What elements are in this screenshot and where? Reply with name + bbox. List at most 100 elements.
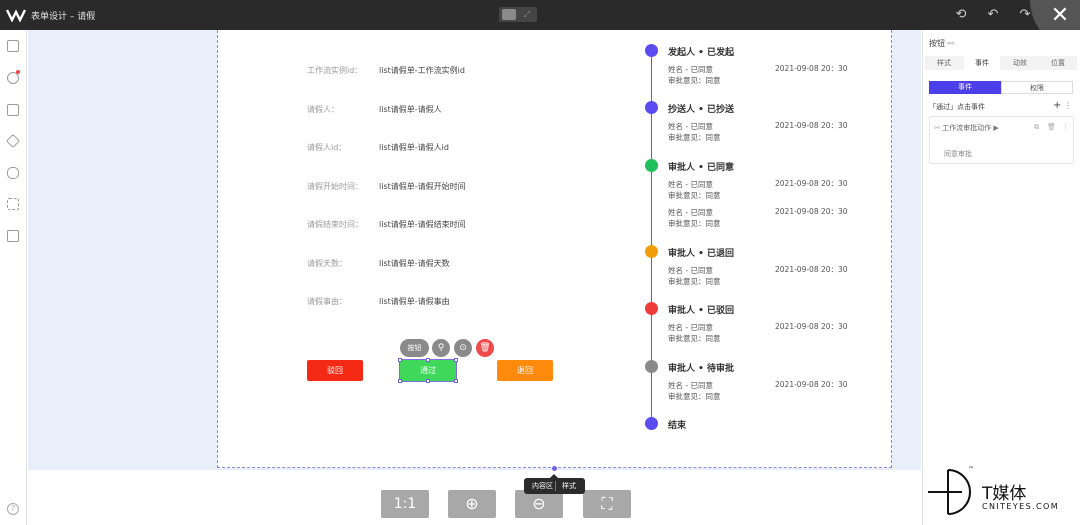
pass-button[interactable]: 通过 (399, 359, 457, 382)
panel-title: 按钮 ⚯ (929, 39, 955, 48)
timeline-entry-name: 姓名 - 已同意 (668, 122, 713, 131)
trademark: ™ (968, 466, 974, 473)
delete-icon[interactable]: 🗑 (476, 339, 494, 357)
timeline-entry-name: 姓名 - 已同意 (668, 266, 713, 275)
timeline-entry-time: 2021-09-08 20：30 (775, 64, 848, 73)
add-icon[interactable]: + (1053, 100, 1061, 111)
resize-handle[interactable] (398, 379, 402, 383)
component-type-badge: 按钮 (400, 339, 429, 357)
field-value: list请假单-请假结束时间 (379, 220, 466, 229)
more-icon[interactable]: ⋮ (1064, 101, 1072, 110)
lock-icon[interactable]: ⚲ (432, 339, 450, 357)
tooltip-left[interactable]: 内容区 (532, 478, 553, 494)
copy-event-icon[interactable]: ⧉ (1034, 123, 1039, 132)
field-label: 请假结束时间： (307, 220, 363, 229)
panel-tab[interactable]: 事件 (964, 56, 1000, 70)
watermark-brand: T媒体 (982, 484, 1027, 504)
timeline-entry-opinion: 审批意见：同意 (668, 334, 721, 343)
event-more-icon[interactable]: ⋮ (1062, 123, 1069, 131)
code-mode-icon[interactable]: ⤢ (520, 9, 534, 20)
help-icon[interactable]: ? (7, 503, 19, 515)
timeline-entry-opinion: 审批意见：同意 (668, 191, 721, 200)
zoom-out-icon[interactable]: ⊖ (515, 490, 563, 518)
link-icon: ⚯ (947, 39, 955, 48)
timeline-node-title: 发起人 • 已发起 (668, 48, 735, 58)
timeline-entry-name: 姓名 - 已同意 (668, 208, 713, 217)
actual-size-button[interactable]: 1:1 (381, 490, 429, 518)
view-mode-switch[interactable]: ⤢ (499, 7, 537, 22)
resize-handle[interactable] (426, 379, 430, 383)
timeline-entry-name: 姓名 - 已同意 (668, 180, 713, 189)
resize-handle[interactable] (426, 358, 430, 362)
timeline-entry-opinion: 审批意见：同意 (668, 219, 721, 228)
template-icon[interactable] (7, 230, 19, 242)
page-icon[interactable] (7, 40, 19, 52)
panel-tab[interactable]: 样式 (926, 56, 962, 70)
fit-screen-icon[interactable]: ⛶ (583, 490, 631, 518)
watermark-logo: ™ T媒体 CNITEYES.COM (926, 462, 1080, 522)
timeline-entry-name: 姓名 - 已同意 (668, 323, 713, 332)
tree-icon[interactable] (7, 198, 19, 210)
undo-icon[interactable]: ↶ (983, 5, 1003, 25)
field-value: list请假单-请假开始时间 (379, 182, 466, 191)
segment-permissions[interactable]: 权限 (1001, 81, 1073, 94)
field-label: 请假人id： (307, 143, 347, 152)
timeline-entry-opinion: 审批意见：同意 (668, 133, 721, 142)
timeline-entry-time: 2021-09-08 20：30 (775, 265, 848, 274)
tmedia-logo-icon (928, 469, 971, 515)
design-mode-icon[interactable] (502, 9, 516, 20)
event-action-label: 工作流审批动作 (942, 124, 992, 132)
notification-dot (16, 70, 20, 74)
field-label: 请假天数： (307, 259, 347, 268)
play-icon[interactable]: ▶ (993, 124, 998, 132)
link-icon: ⚯ (934, 124, 940, 132)
timeline-node-title: 审批人 • 已同意 (668, 163, 735, 173)
event-section-label: 「通过」点击事件 (929, 103, 985, 111)
event-sub-label: 同意审批 (944, 150, 972, 158)
field-value: list请假单-请假人 (379, 105, 442, 114)
timeline-node-dot (645, 417, 658, 430)
timeline-entry-time: 2021-09-08 20：30 (775, 179, 848, 188)
panel-tab[interactable]: 动效 (1002, 56, 1038, 70)
timeline-node-title: 审批人 • 已退回 (668, 249, 735, 259)
database-icon[interactable] (7, 167, 19, 179)
timeline-node-dot (645, 245, 658, 258)
timeline-entry-opinion: 审批意见：同意 (668, 277, 721, 286)
top-bar: 表单设计 – 请假 ⤢ ⟲ ↶ ↷ ✕ (0, 0, 1080, 50)
copy-icon[interactable]: ⊙ (454, 339, 472, 357)
resize-handle[interactable] (454, 379, 458, 383)
field-label: 请假事由： (307, 297, 347, 306)
timeline-node-title: 结束 (668, 421, 687, 431)
form-icon[interactable] (7, 104, 19, 116)
resize-handle[interactable] (454, 358, 458, 362)
panel-tab[interactable]: 位置 (1040, 56, 1076, 70)
timeline-node-title: 审批人 • 已驳回 (668, 306, 735, 316)
breadcrumb-tooltip: 内容区 样式 (524, 478, 585, 494)
form-paper (217, 30, 892, 468)
timeline-entry-opinion: 审批意见：同意 (668, 76, 721, 85)
history-icon[interactable]: ⟲ (951, 5, 971, 25)
app-title: 表单设计 – 请假 (31, 12, 96, 22)
zoom-in-icon[interactable]: ⊕ (448, 490, 496, 518)
field-value: list请假单-请假天数 (379, 259, 450, 268)
timeline-node-dot (645, 159, 658, 172)
field-value: list请假单-请假人id (379, 143, 449, 152)
timeline-entry-name: 姓名 - 已同意 (668, 65, 713, 74)
timeline-entry-time: 2021-09-08 20：30 (775, 121, 848, 130)
tooltip-right[interactable]: 样式 (562, 478, 576, 494)
field-value: list请假单-请假事由 (379, 297, 450, 306)
field-label: 请假人： (307, 105, 339, 114)
resize-handle[interactable] (398, 358, 402, 362)
reject-button[interactable]: 驳回 (307, 360, 363, 381)
segment-events[interactable]: 事件 (929, 81, 1001, 94)
close-icon[interactable]: ✕ (1046, 2, 1074, 30)
watermark-site: CNITEYES.COM (982, 502, 1060, 511)
timeline-entry-opinion: 审批意见：同意 (668, 392, 721, 401)
return-button[interactable]: 退回 (497, 360, 553, 381)
delete-event-icon[interactable]: 🗑 (1047, 123, 1056, 131)
event-action[interactable]: ⚯ 工作流审批动作 ▶ (934, 123, 999, 133)
timeline-entry-time: 2021-09-08 20：30 (775, 322, 848, 331)
selection-anchor (552, 466, 557, 471)
timeline-node-dot (645, 360, 658, 373)
field-value: list请假单-工作流实例id (379, 66, 465, 75)
